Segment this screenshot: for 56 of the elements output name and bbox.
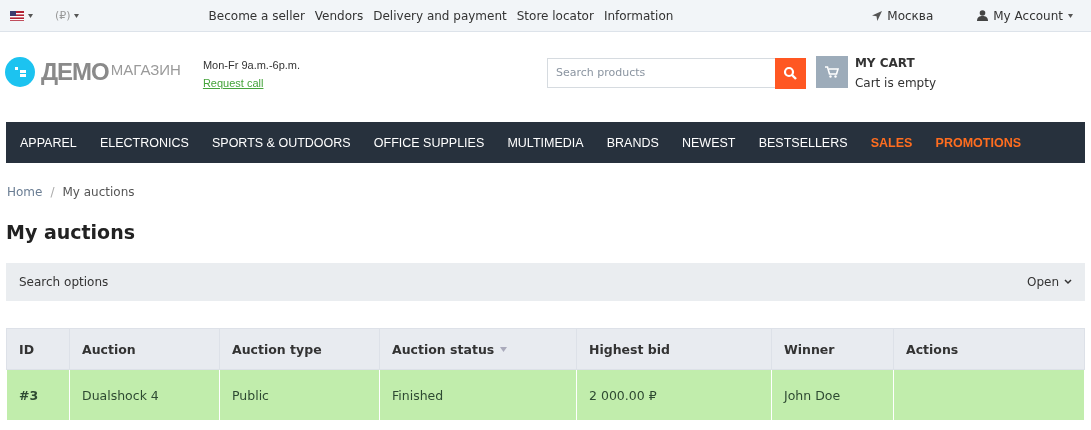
menu-item[interactable]: ELECTRONICS bbox=[99, 135, 189, 150]
cart-status: Cart is empty bbox=[854, 76, 936, 90]
column-header[interactable]: Auction type bbox=[219, 328, 380, 370]
top-link[interactable]: Delivery and payment bbox=[373, 8, 507, 23]
menu-item[interactable]: APPAREL bbox=[20, 135, 77, 150]
menu-item[interactable]: SALES bbox=[870, 135, 913, 150]
search-icon bbox=[783, 66, 798, 80]
table-cell: John Doe bbox=[771, 369, 894, 421]
logo-icon bbox=[5, 57, 35, 87]
column-header[interactable]: Auction status bbox=[379, 328, 577, 370]
column-header[interactable]: Winner bbox=[771, 328, 894, 370]
column-header[interactable]: Highest bid bbox=[576, 328, 772, 370]
menu-item[interactable]: NEWEST bbox=[682, 135, 736, 150]
menu-item[interactable]: BESTSELLERS bbox=[758, 135, 848, 150]
caret-icon bbox=[1068, 13, 1073, 18]
search-options-label: Search options bbox=[19, 275, 109, 289]
menu-item[interactable]: PROMOTIONS bbox=[935, 135, 1021, 150]
search-field[interactable]: Search products bbox=[546, 57, 775, 88]
menu-item[interactable]: BRANDS bbox=[606, 135, 659, 150]
caret-icon bbox=[28, 13, 33, 18]
location-arrow-icon bbox=[872, 10, 883, 21]
breadcrumb-current: My auctions bbox=[62, 185, 135, 199]
table-cell: #3 bbox=[6, 369, 70, 421]
table-cell: Finished bbox=[379, 369, 577, 421]
caret-icon bbox=[73, 13, 79, 18]
cart-button[interactable] bbox=[815, 56, 848, 88]
cart-title[interactable]: MY CART bbox=[854, 56, 936, 70]
sort-icon bbox=[500, 346, 508, 352]
table-cell: 2 000.00 ₽ bbox=[576, 369, 772, 421]
breadcrumb-link[interactable]: Home bbox=[7, 185, 43, 199]
chevron-icon bbox=[1064, 279, 1072, 285]
table-cell: Dualshock 4 bbox=[69, 369, 220, 421]
logo-subtitle: МАГАЗИН bbox=[110, 60, 181, 78]
top-link[interactable]: Become a seller bbox=[208, 8, 305, 23]
search-button[interactable] bbox=[774, 57, 806, 89]
open-toggle[interactable]: Open bbox=[1026, 275, 1072, 289]
language-selector[interactable] bbox=[10, 10, 33, 21]
menu-item[interactable]: MULTIMEDIA bbox=[507, 135, 584, 150]
working-hours: Mon-Fr 9a.m.-6p.m. bbox=[202, 59, 301, 71]
user-icon bbox=[977, 10, 989, 21]
column-header[interactable]: Actions bbox=[893, 328, 1085, 370]
top-link[interactable]: Information bbox=[603, 8, 674, 23]
cart-icon bbox=[824, 66, 839, 78]
menu-item[interactable]: SPORTS & OUTDOORS bbox=[211, 135, 351, 150]
column-header[interactable]: ID bbox=[6, 328, 70, 370]
account-link[interactable]: My Account bbox=[993, 8, 1063, 23]
page-title: My auctions bbox=[6, 221, 136, 243]
menu-item[interactable]: OFFICE SUPPLIES bbox=[373, 135, 485, 150]
breadcrumb-separator: / bbox=[50, 185, 55, 199]
top-link[interactable]: Store locator bbox=[516, 8, 594, 23]
top-link[interactable]: Vendors bbox=[314, 8, 364, 23]
city-link[interactable]: Москва bbox=[887, 8, 934, 23]
logo-text: ДЕМО bbox=[41, 58, 109, 86]
flag-icon bbox=[10, 10, 24, 21]
column-header[interactable]: Auction bbox=[69, 328, 220, 370]
table-cell: Public bbox=[219, 369, 380, 421]
